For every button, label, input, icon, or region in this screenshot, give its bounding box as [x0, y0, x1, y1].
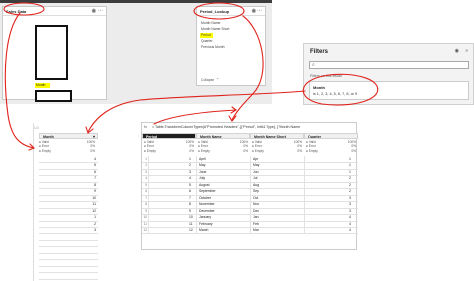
- quarter-column-header[interactable]: Quarter: [304, 133, 358, 139]
- field-previous-month[interactable]: Previous Month: [197, 44, 265, 50]
- month-name-cell[interactable]: March: [199, 227, 208, 233]
- table-row-divider: [39, 233, 98, 235]
- column-divider: [304, 156, 305, 234]
- table-row-divider: [39, 175, 98, 177]
- month-filter-name: Month: [313, 85, 325, 90]
- arrow-table-arrowhead: [230, 106, 237, 114]
- more-options-icon[interactable]: ⋯: [98, 8, 103, 14]
- model-view-canvas: Sales Data ◉ ⋯ Month Period_Lookup ◉ ⋯ M…: [0, 0, 272, 104]
- stat-empty: ● Empty 0%: [198, 148, 248, 153]
- table-row-divider: [39, 201, 98, 203]
- table-row-divider: [39, 220, 98, 222]
- period-column-label: Period: [146, 135, 158, 139]
- month-name-stats: ● Valid 100% ● Error 0% ● Empty 0%: [198, 140, 248, 153]
- month-filter-card[interactable]: Month is 1, 2, 3, 4, 5, 6, 7, 8, or 9: [309, 81, 469, 100]
- canvas-top-bar: [0, 0, 272, 3]
- stat-empty: ● Empty 0%: [252, 148, 302, 153]
- column-divider: [196, 156, 197, 234]
- field-period[interactable]: Period: [197, 32, 265, 38]
- month-name-short-cell[interactable]: Mar: [253, 227, 259, 233]
- month-rows: 4 5 6 7 8 9 10 11 12 1 2 3: [39, 156, 98, 281]
- arrow-period-arrowhead: [228, 115, 237, 122]
- period-cell[interactable]: 12: [189, 227, 193, 233]
- sales-data-card-title: Sales Data: [6, 9, 27, 14]
- sales-field-box: [35, 90, 72, 102]
- month-column-stats: ● Valid 100% ● Error 0% ● Empty 0%: [39, 140, 98, 153]
- field-period-label: Period: [201, 33, 211, 37]
- filters-pane-title: Filters: [310, 49, 329, 55]
- chevron-up-icon[interactable]: ⌃: [216, 77, 219, 82]
- collapse-link[interactable]: Collapse: [201, 78, 214, 82]
- month-name-column-header[interactable]: Month Name: [196, 133, 250, 139]
- quarter-cell[interactable]: 4: [349, 227, 351, 233]
- period-lookup-table-card[interactable]: Period_Lookup ◉ ⋯ Month Name Month Name …: [196, 6, 266, 86]
- filter-search-box[interactable]: ⌕: [309, 61, 469, 69]
- collapse-pane-icon[interactable]: »: [465, 48, 468, 54]
- stat-empty: ● Empty 0%: [306, 148, 356, 153]
- table-row-divider: [39, 181, 98, 183]
- table-row-divider: [39, 162, 98, 164]
- table-row-divider: [142, 233, 358, 235]
- table-row-divider: [39, 188, 98, 190]
- table-row-divider: [39, 214, 98, 216]
- table-row-divider: [39, 207, 98, 209]
- month-name-column-label: Month Name: [200, 135, 222, 139]
- sales-fields-list: [35, 25, 68, 80]
- stat-empty: ● Empty 0%: [144, 148, 194, 153]
- sales-month-field[interactable]: Month: [35, 83, 50, 88]
- month-column-header[interactable]: Month ▾: [39, 133, 98, 139]
- table-row-divider: [39, 168, 98, 170]
- table-row-divider: [39, 239, 98, 241]
- month-name-short-column-label: Month Name Short: [254, 135, 286, 139]
- eye-icon[interactable]: ◉: [92, 8, 96, 14]
- table-row-divider: [39, 252, 98, 254]
- month-column-header-label: Month: [43, 135, 54, 139]
- sales-data-table-card[interactable]: Sales Data ◉ ⋯ Month: [2, 6, 107, 102]
- column-divider: [148, 156, 149, 234]
- filters-section-label: Filters on this visual: [310, 74, 342, 78]
- table-row-divider: [39, 265, 98, 267]
- eye-icon[interactable]: ◉: [455, 48, 459, 54]
- formula-fx-icon: fx: [144, 124, 148, 129]
- period-lookup-card-header: Period_Lookup ◉ ⋯: [197, 7, 265, 16]
- search-icon: ⌕: [312, 62, 315, 68]
- stat-empty: ● Empty 0%: [39, 148, 95, 153]
- table-row-divider: [39, 226, 98, 228]
- table-row-divider: [39, 272, 98, 274]
- filter-dropdown-icon[interactable]: ▾: [93, 134, 95, 138]
- table-row-divider: [39, 278, 98, 280]
- column-divider: [250, 156, 251, 234]
- table-row-divider: [39, 246, 98, 248]
- filters-pane: Filters ◉ » ⌕ Filters on this visual Mon…: [303, 43, 474, 105]
- month-column-type: 1²3: [34, 126, 39, 130]
- month-filter-value: is 1, 2, 3, 4, 5, 6, 7, 8, or 9: [313, 92, 358, 96]
- period-lookup-card-title: Period_Lookup: [200, 9, 230, 14]
- table-row-divider: [39, 259, 98, 261]
- eye-icon[interactable]: ◉: [252, 8, 256, 14]
- sales-month-grid: 1²3 Month ▾ ● Valid 100% ● Error 0% ● Empt…: [33, 123, 98, 281]
- period-column-header[interactable]: Period: [142, 133, 196, 139]
- month-name-short-stats: ● Valid 100% ● Error 0% ● Empty 0%: [252, 140, 302, 153]
- sales-data-card-header: Sales Data ◉ ⋯: [3, 7, 106, 16]
- quarter-stats: ● Valid 100% ● Error 0% ● Empty 0%: [306, 140, 356, 153]
- formula-bar[interactable]: = Table.TransformColumnTypes(#"Promoted …: [152, 125, 357, 129]
- more-options-icon[interactable]: ⋯: [257, 8, 262, 14]
- period-rows: 1 1 April Apr 1 2 2 May May 1 3 3 June Jun 1 4 4 July Jul 2…: [142, 156, 358, 246]
- month-name-short-column-header[interactable]: Month Name Short: [250, 133, 304, 139]
- row-number: 12: [143, 227, 147, 232]
- period-lookup-grid: fx = Table.TransformColumnTypes(#"Promot…: [141, 122, 358, 250]
- period-stats: ● Valid 100% ● Error 0% ● Empty 0%: [144, 140, 194, 153]
- quarter-column-label: Quarter: [308, 135, 321, 139]
- table-row-divider: [39, 194, 98, 196]
